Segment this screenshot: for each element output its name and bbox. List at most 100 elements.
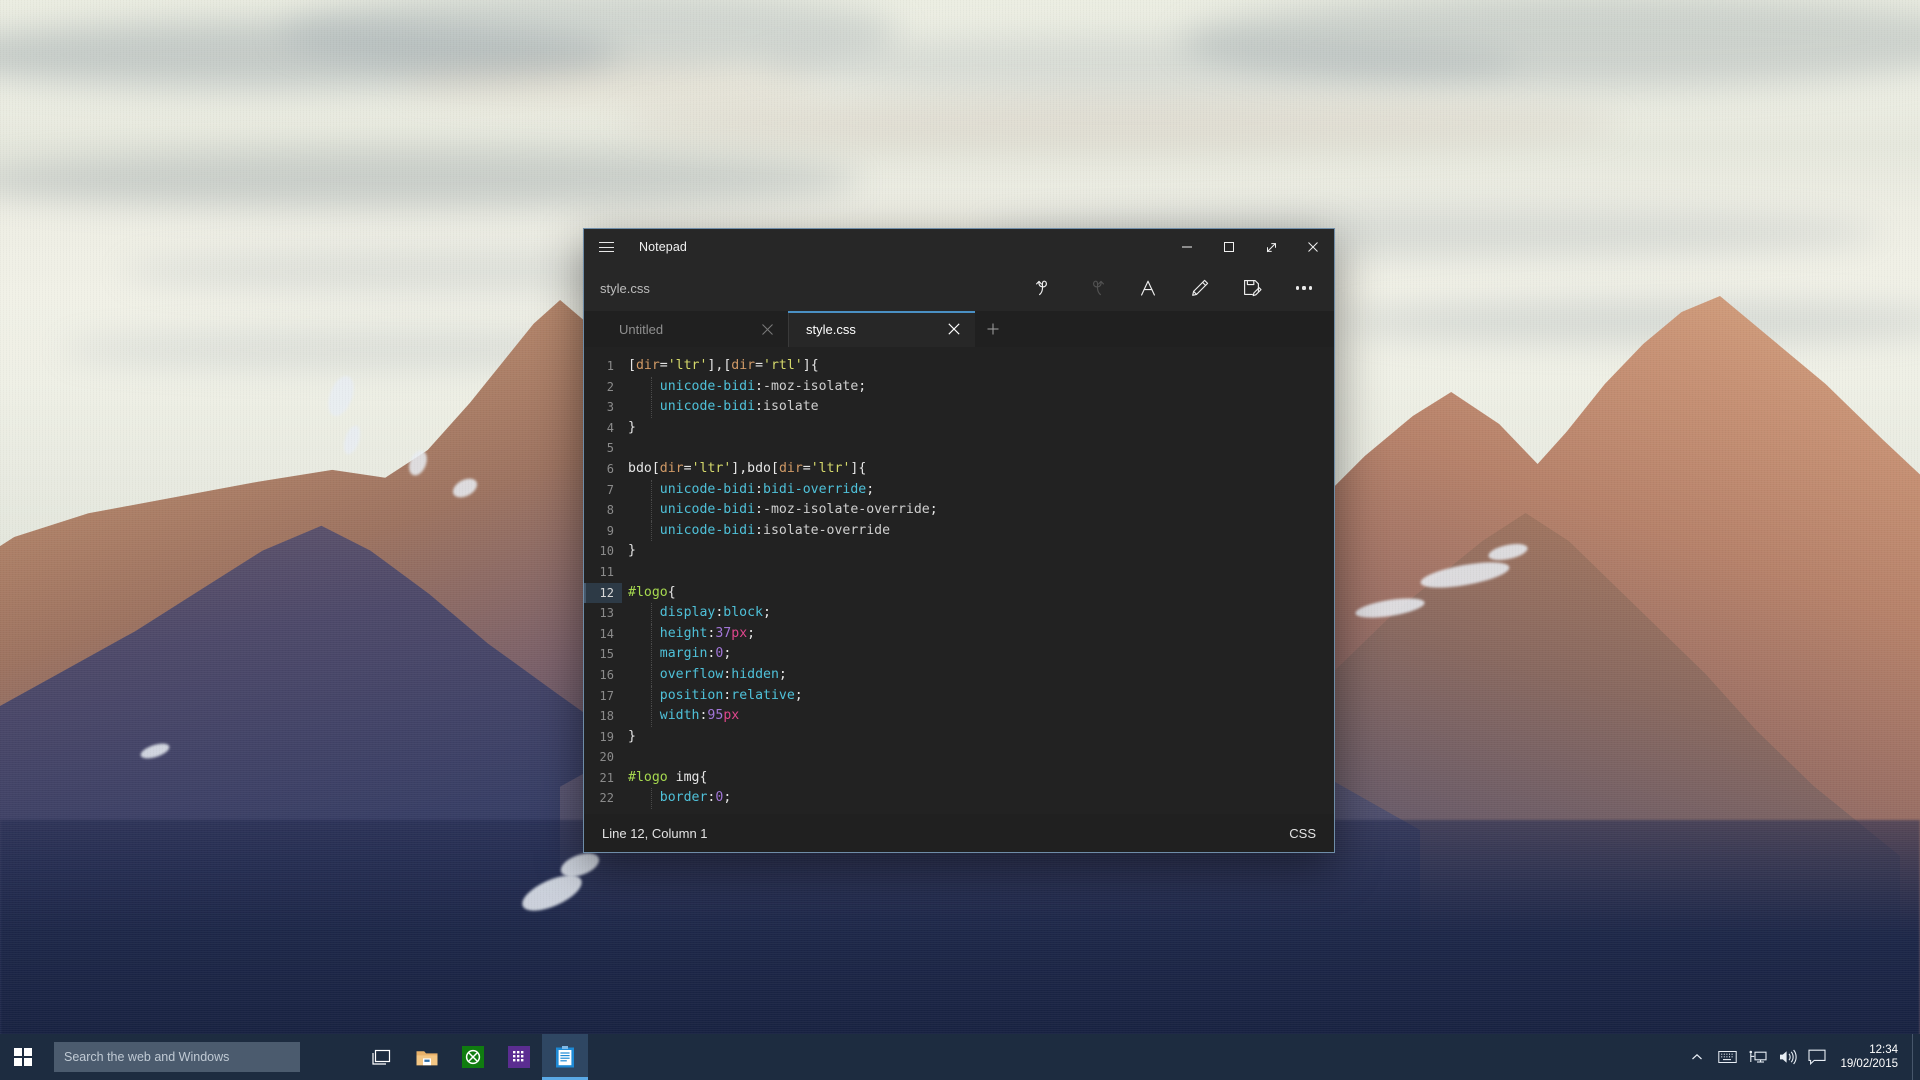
system-tray[interactable]: 12:34 19/02/2015 xyxy=(1682,1034,1920,1080)
code-token: position xyxy=(659,687,724,703)
code-line[interactable]: display:block; xyxy=(628,603,1334,624)
line-number: 20 xyxy=(599,750,614,765)
code-token: ; xyxy=(723,790,732,806)
code-token: width xyxy=(659,708,700,724)
line-number: 12 xyxy=(584,582,622,604)
code-token: dir xyxy=(778,460,803,476)
more-options-button[interactable] xyxy=(1278,266,1330,310)
action-center-icon[interactable] xyxy=(1802,1034,1832,1080)
code-line[interactable] xyxy=(628,438,1334,459)
window-controls[interactable] xyxy=(1166,229,1334,265)
app-title: Notepad xyxy=(639,240,687,254)
code-token: bidi-override xyxy=(763,481,867,497)
code-line[interactable]: width:95px xyxy=(628,706,1334,727)
tab-strip[interactable]: Untitled style.css xyxy=(584,311,1334,347)
code-line[interactable]: [dir='ltr'],[dir='rtl']{ xyxy=(628,356,1334,377)
code-line[interactable]: overflow:hidden; xyxy=(628,664,1334,686)
code-token: : xyxy=(755,522,763,538)
taskbar-app-icons[interactable] xyxy=(358,1034,588,1080)
volume-tray-icon[interactable] xyxy=(1772,1034,1802,1080)
code-token: #logo xyxy=(628,769,668,785)
code-line[interactable]: } xyxy=(628,541,1334,562)
font-a-button[interactable] xyxy=(1122,266,1174,310)
window-title-bar[interactable]: Notepad xyxy=(584,229,1334,265)
ellipsis-icon xyxy=(1295,286,1313,290)
code-line[interactable]: bdo[dir='ltr'],bdo[dir='ltr']{ xyxy=(628,459,1334,480)
code-line[interactable]: unicode-bidi:isolate xyxy=(628,397,1334,418)
line-number: 11 xyxy=(599,564,614,579)
notepad-icon[interactable] xyxy=(542,1034,588,1080)
line-number: 7 xyxy=(606,482,614,497)
code-line[interactable]: unicode-bidi:bidi-override; xyxy=(628,479,1334,501)
code-token: : xyxy=(755,502,763,518)
toolbar-actions[interactable] xyxy=(1018,266,1330,310)
code-token: = xyxy=(659,358,668,373)
language-mode-label[interactable]: CSS xyxy=(1289,826,1316,841)
code-line[interactable]: } xyxy=(628,727,1334,748)
app-toolbar[interactable]: style.css xyxy=(584,265,1334,311)
code-token: ; xyxy=(866,481,875,497)
close-button[interactable] xyxy=(1292,229,1334,265)
code-line[interactable]: } xyxy=(628,418,1334,439)
maximize-button[interactable] xyxy=(1208,229,1250,265)
code-token: [ xyxy=(651,460,660,476)
code-line[interactable] xyxy=(628,747,1334,768)
code-line[interactable]: #logo{ xyxy=(628,583,1334,604)
code-line[interactable]: border:0; xyxy=(628,788,1334,809)
fullscreen-button[interactable] xyxy=(1250,229,1292,265)
show-desktop-button[interactable] xyxy=(1912,1034,1920,1080)
code-token: ],[ xyxy=(707,358,732,373)
code-line[interactable]: height:37px; xyxy=(628,623,1334,645)
code-token: -moz-isolate-override xyxy=(763,502,930,518)
code-line[interactable]: unicode-bidi:-moz-isolate; xyxy=(628,376,1334,398)
code-token: 'ltr' xyxy=(810,460,851,476)
code-line[interactable]: unicode-bidi:-moz-isolate-override; xyxy=(628,500,1334,521)
code-token: unicode-bidi xyxy=(659,378,756,394)
line-number: 5 xyxy=(606,441,614,456)
code-token: border xyxy=(659,790,708,806)
network-tray-icon[interactable] xyxy=(1742,1034,1772,1080)
keyboard-tray-icon[interactable] xyxy=(1712,1034,1742,1080)
line-number: 6 xyxy=(606,461,614,476)
clock-time: 12:34 xyxy=(1869,1043,1898,1056)
clock[interactable]: 12:34 19/02/2015 xyxy=(1832,1034,1912,1080)
code-token: -moz-isolate xyxy=(763,378,859,394)
new-tab-button[interactable] xyxy=(975,311,1011,347)
save-as-button[interactable] xyxy=(1226,266,1278,310)
code-token: display xyxy=(659,605,716,621)
code-token: 'ltr' xyxy=(691,460,732,476)
xbox-icon[interactable] xyxy=(450,1034,496,1080)
tab-label: style.css xyxy=(806,321,856,337)
tab-untitled[interactable]: Untitled xyxy=(601,311,788,347)
show-hidden-icons-button[interactable] xyxy=(1682,1034,1712,1080)
start-button[interactable] xyxy=(0,1034,46,1080)
taskbar[interactable]: Search the web and Windows 12:34 19/02/2… xyxy=(0,1034,1920,1080)
code-token: #logo xyxy=(628,584,668,600)
code-line[interactable]: position:relative; xyxy=(628,685,1334,707)
task-view-icon[interactable] xyxy=(358,1034,404,1080)
code-token: ], xyxy=(731,460,748,476)
tab-style-css[interactable]: style.css xyxy=(788,311,975,347)
code-text-area[interactable]: [dir='ltr'],[dir='rtl']{ unicode-bidi:-m… xyxy=(622,347,1334,814)
code-editor[interactable]: 1 2 3 4 5 6 7 8 9 10 11 12 13 14 15 16 17 18 19 20 21 22 [dir… xyxy=(584,347,1334,814)
hamburger-icon[interactable] xyxy=(584,229,628,265)
code-line[interactable]: margin:0; xyxy=(628,644,1334,665)
tab-close-icon[interactable] xyxy=(943,318,965,340)
code-line[interactable] xyxy=(628,562,1334,583)
code-token: { xyxy=(699,769,708,785)
notepad-window[interactable]: Notepad style.css Untitled style.css 1 2… xyxy=(583,228,1335,853)
code-line[interactable]: unicode-bidi:isolate-override xyxy=(628,520,1334,542)
edit-pencil-button[interactable] xyxy=(1174,266,1226,310)
search-input[interactable]: Search the web and Windows xyxy=(54,1042,300,1072)
tab-close-icon[interactable] xyxy=(756,318,778,340)
cloud xyxy=(0,150,860,210)
store-icon[interactable] xyxy=(496,1034,542,1080)
minimize-button[interactable] xyxy=(1166,229,1208,265)
file-explorer-icon[interactable] xyxy=(404,1034,450,1080)
line-number: 21 xyxy=(599,770,614,785)
undo-button[interactable] xyxy=(1018,266,1070,310)
code-line[interactable]: #logo img{ xyxy=(628,768,1334,789)
code-token: } xyxy=(628,419,636,435)
